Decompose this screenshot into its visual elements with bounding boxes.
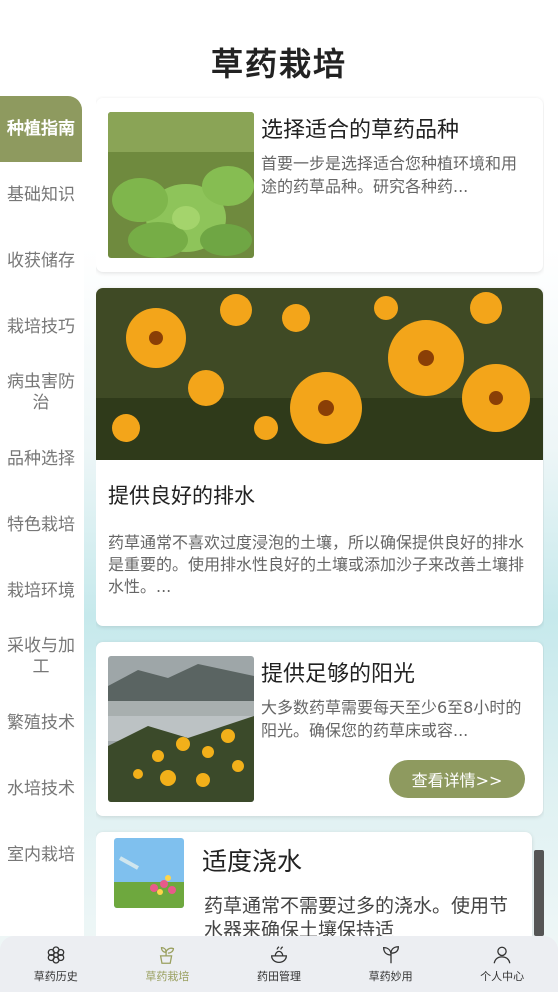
sidebar-item-label: 采收与加工 xyxy=(7,636,75,677)
sidebar-item-label: 病虫害防治 xyxy=(7,372,75,413)
scrollbar[interactable] xyxy=(534,850,544,936)
article-summary: 首要一步是选择适合您种植环境和用途的药草品种。研究各种药... xyxy=(261,154,518,196)
sprout-icon xyxy=(382,946,399,964)
article-thumbnail xyxy=(114,838,184,908)
sidebar-item-label: 收获储存 xyxy=(7,250,75,271)
pot-plant-icon xyxy=(160,947,175,964)
tab-label: 草药栽培 xyxy=(145,970,190,983)
article-image xyxy=(96,288,543,460)
article-card[interactable]: 适度浇水 药草通常不需要过多的浇水。使用节水器来确保土壤保持适 xyxy=(96,832,532,936)
sidebar-item-label: 基础知识 xyxy=(7,184,75,205)
sidebar-item-processing[interactable]: 采收与加工 xyxy=(0,624,82,690)
article-title: 提供足够的阳光 xyxy=(261,662,416,687)
sidebar-item-label: 室内栽培 xyxy=(7,844,75,865)
sidebar-item-planting-guide[interactable]: 种植指南 xyxy=(0,96,82,162)
sidebar-item-environment[interactable]: 栽培环境 xyxy=(0,558,82,624)
article-summary: 药草通常不喜欢过度浸泡的土壤，所以确保提供良好的排水是重要的。使用排水性良好的土… xyxy=(108,533,525,596)
article-title: 适度浇水 xyxy=(202,847,303,876)
tab-label: 个人中心 xyxy=(480,970,525,983)
article-card[interactable]: 提供良好的排水 药草通常不喜欢过度浸泡的土壤，所以确保提供良好的排水是重要的。使… xyxy=(96,288,543,626)
article-card[interactable]: 提供足够的阳光 大多数药草需要每天至少6至8小时的阳光。确保您的药草床或容...… xyxy=(96,642,543,816)
article-summary: 大多数药草需要每天至少6至8小时的阳光。确保您的药草床或容... xyxy=(261,698,522,740)
tab-label: 草药妙用 xyxy=(368,970,413,983)
header: 草药栽培 xyxy=(0,0,558,96)
article-title: 提供良好的排水 xyxy=(108,484,255,508)
sidebar-item-pest-control[interactable]: 病虫害防治 xyxy=(0,360,82,426)
article-list: 选择适合的草药品种 首要一步是选择适合您种植环境和用途的药草品种。研究各种药..… xyxy=(96,96,544,936)
sidebar-item-hydroponics[interactable]: 水培技术 xyxy=(0,756,82,822)
article-title: 选择适合的草药品种 xyxy=(261,118,460,143)
page-title: 草药栽培 xyxy=(210,45,347,83)
article-thumbnail xyxy=(108,656,254,802)
article-thumbnail xyxy=(108,112,254,258)
sidebar-item-label: 栽培技巧 xyxy=(7,316,75,337)
user-icon xyxy=(493,946,511,964)
sidebar-item-indoor[interactable]: 室内栽培 xyxy=(0,822,82,888)
tab-herb-field[interactable]: 药田管理 xyxy=(229,944,329,984)
sidebar-item-harvest-storage[interactable]: 收获储存 xyxy=(0,228,82,294)
tab-label: 草药历史 xyxy=(33,970,78,983)
sidebar-item-variety[interactable]: 品种选择 xyxy=(0,426,82,492)
sidebar-item-label: 栽培环境 xyxy=(7,580,75,601)
tab-profile[interactable]: 个人中心 xyxy=(452,944,552,984)
bowl-icon xyxy=(271,946,287,963)
sidebar-item-label: 特色栽培 xyxy=(7,514,75,535)
article-card[interactable]: 选择适合的草药品种 首要一步是选择适合您种植环境和用途的药草品种。研究各种药..… xyxy=(96,98,543,272)
article-summary: 药草通常不需要过多的浇水。使用节水器来确保土壤保持适 xyxy=(204,895,509,936)
sidebar-item-label: 品种选择 xyxy=(7,448,75,469)
bottom-tab-bar: 草药历史 草药栽培 药田管理 草药妙用 个人中心 xyxy=(0,936,558,992)
sidebar-item-label: 种植指南 xyxy=(7,118,75,139)
view-details-button[interactable]: 查看详情>> xyxy=(389,760,525,798)
sidebar-item-label: 繁殖技术 xyxy=(7,712,75,733)
tab-herb-cultivation[interactable]: 草药栽培 xyxy=(117,944,217,984)
sidebar-item-basics[interactable]: 基础知识 xyxy=(0,162,82,228)
sidebar-item-tips[interactable]: 栽培技巧 xyxy=(0,294,82,360)
sidebar-item-featured[interactable]: 特色栽培 xyxy=(0,492,82,558)
sidebar: 种植指南 基础知识 收获储存 栽培技巧 病虫害防治 品种选择 特色栽培 栽培环境… xyxy=(0,96,84,936)
tab-herb-uses[interactable]: 草药妙用 xyxy=(341,944,441,984)
sidebar-item-label: 水培技术 xyxy=(7,778,75,799)
tab-label: 药田管理 xyxy=(256,970,301,983)
flower-icon xyxy=(47,946,65,964)
sidebar-item-propagation[interactable]: 繁殖技术 xyxy=(0,690,82,756)
tab-herb-history[interactable]: 草药历史 xyxy=(6,944,106,984)
